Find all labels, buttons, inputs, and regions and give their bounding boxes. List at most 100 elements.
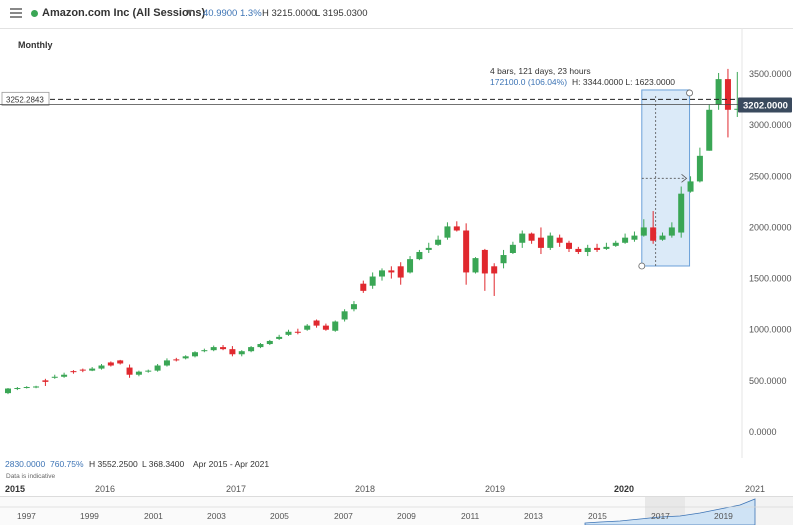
candle-body bbox=[659, 235, 666, 240]
time-axis-label: 2020 bbox=[614, 484, 635, 494]
candle-body bbox=[135, 371, 142, 375]
current-price-label: 3202.0000 bbox=[743, 100, 788, 111]
candle-body bbox=[388, 270, 395, 273]
candle-body bbox=[724, 79, 731, 110]
candle-body bbox=[566, 242, 572, 249]
candle-body bbox=[154, 365, 161, 371]
session-high: H 3215.0000 bbox=[262, 8, 317, 19]
navigator-year: 2001 bbox=[144, 511, 163, 521]
range-change-percent: 760.75% bbox=[50, 459, 84, 469]
candle-body bbox=[350, 304, 357, 310]
navigator-year: 2003 bbox=[207, 511, 226, 521]
candle-body bbox=[631, 235, 638, 240]
candle-body bbox=[678, 193, 685, 233]
candle-body bbox=[276, 336, 283, 339]
session-low: L 3195.0300 bbox=[315, 8, 368, 19]
navigator-year: 2011 bbox=[461, 511, 480, 521]
candle-body bbox=[210, 347, 217, 351]
chevron-down-icon[interactable]: ▼ bbox=[185, 7, 194, 17]
candle-body bbox=[98, 365, 105, 369]
range-low: L 368.3400 bbox=[142, 459, 185, 469]
candle-body bbox=[192, 352, 198, 357]
candle-body bbox=[163, 360, 170, 366]
candle-body bbox=[42, 380, 49, 382]
candle-body bbox=[14, 388, 21, 390]
candle-body bbox=[70, 371, 77, 373]
candle-body bbox=[79, 369, 86, 371]
y-tick-label: 1500.0000 bbox=[749, 274, 792, 284]
candle-body bbox=[547, 235, 554, 248]
candle-body bbox=[706, 109, 713, 151]
candle-body bbox=[463, 230, 470, 273]
instrument-name[interactable]: Amazon.com Inc (All Sessions) bbox=[42, 7, 205, 19]
price-change: 40.9900 bbox=[203, 8, 238, 19]
candle-body bbox=[556, 237, 563, 243]
crosshair-price-label: 3252.2843 bbox=[6, 95, 44, 104]
candle-body bbox=[379, 270, 385, 277]
candle-body bbox=[416, 251, 423, 260]
time-axis-label: 2019 bbox=[485, 484, 506, 494]
candle-body bbox=[481, 249, 488, 274]
candle-body bbox=[266, 340, 273, 345]
navigator-year: 1997 bbox=[17, 511, 36, 521]
time-axis bbox=[0, 481, 793, 495]
candle-body bbox=[435, 239, 442, 245]
candle-body bbox=[294, 331, 301, 333]
candle-body bbox=[668, 227, 675, 236]
candle-body bbox=[201, 350, 208, 352]
range-change: 2830.0000 bbox=[5, 459, 46, 469]
candle-body bbox=[61, 374, 68, 377]
candle-body bbox=[696, 155, 703, 182]
measure-duration: 4 bars, 121 days, 23 hours bbox=[490, 66, 591, 76]
candle-body bbox=[594, 247, 601, 250]
candle-body bbox=[537, 237, 544, 248]
candle-body bbox=[257, 344, 264, 348]
candle-body bbox=[369, 276, 376, 286]
measure-change: 172100.0 (106.04%) bbox=[490, 77, 567, 87]
candle-body bbox=[304, 325, 311, 330]
navigator-year: 2009 bbox=[397, 511, 416, 521]
candle-body bbox=[528, 233, 535, 241]
toolbar: Amazon.com Inc (All Sessions) ▼ 40.9900 … bbox=[0, 0, 793, 29]
candle-body bbox=[229, 349, 236, 355]
market-status-icon bbox=[31, 10, 38, 17]
candle-body bbox=[444, 226, 451, 238]
candle-body bbox=[173, 359, 180, 361]
candle-body bbox=[5, 388, 11, 394]
candle-body bbox=[89, 368, 96, 371]
candle-body bbox=[248, 347, 255, 352]
time-axis-label: 2018 bbox=[355, 484, 376, 494]
candle-body bbox=[126, 367, 133, 375]
candle-body bbox=[472, 258, 479, 273]
candle-body bbox=[117, 360, 124, 364]
candle-body bbox=[491, 266, 498, 274]
date-range: Apr 2015 - Apr 2021 bbox=[193, 459, 270, 469]
y-tick-label: 2500.0000 bbox=[749, 171, 792, 181]
y-tick-label: 500.0000 bbox=[749, 376, 787, 386]
candle-body bbox=[332, 321, 339, 331]
price-chart[interactable]: 0.0000 500.0000 1000.0000 1500.0000 2000.000… bbox=[0, 28, 793, 458]
candle-body bbox=[407, 259, 414, 273]
measure-handle bbox=[638, 262, 646, 270]
measure-handle bbox=[686, 89, 693, 97]
candle-body bbox=[509, 244, 516, 253]
y-tick-label: 3000.0000 bbox=[749, 120, 792, 130]
candle-body bbox=[313, 320, 320, 326]
y-tick-label: 3500.0000 bbox=[749, 69, 792, 79]
candle-body bbox=[397, 266, 404, 278]
navigator-year: 2015 bbox=[588, 511, 607, 521]
candle-body bbox=[220, 347, 227, 350]
y-tick-label: 0.0000 bbox=[749, 427, 777, 437]
time-axis-label: 2017 bbox=[226, 484, 247, 494]
candle-body bbox=[575, 248, 582, 252]
candle-body bbox=[622, 237, 629, 243]
candle-body bbox=[650, 227, 657, 241]
candle-body bbox=[23, 386, 30, 389]
data-indicative-note: Data is indicative bbox=[6, 473, 56, 480]
candle-body bbox=[360, 283, 367, 291]
candle-body bbox=[715, 79, 722, 105]
candle-body bbox=[612, 242, 619, 246]
candle-body bbox=[584, 247, 591, 252]
navigator-year: 2019 bbox=[714, 511, 733, 521]
menu-icon[interactable] bbox=[10, 8, 22, 18]
